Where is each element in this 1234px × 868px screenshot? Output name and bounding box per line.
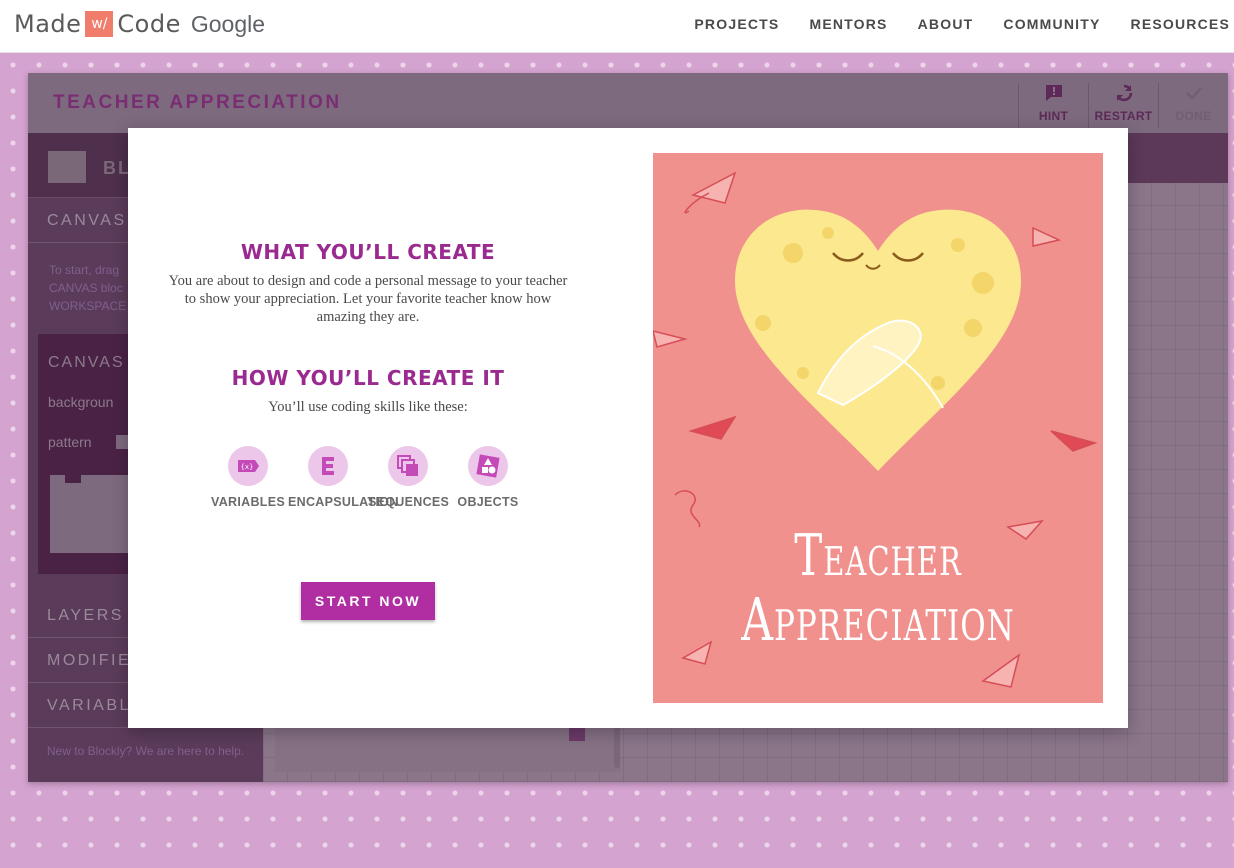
blocks-header-label: BL: [103, 158, 131, 178]
restart-button[interactable]: RESTART: [1088, 83, 1158, 128]
hero-title-line2: Appreciation: [741, 586, 1015, 655]
start-now-button[interactable]: START NOW: [301, 582, 435, 620]
nav-mentors[interactable]: MENTORS: [809, 16, 887, 32]
variables-icon: {x}: [228, 446, 268, 486]
what-you-create-text: You are about to design and code a perso…: [168, 273, 568, 325]
skill-sequences: SEQUENCES: [368, 446, 450, 509]
skill-variables: {x} VARIABLES: [208, 446, 288, 509]
brand-code: Code: [117, 10, 181, 38]
encapsulation-icon: [308, 446, 348, 486]
skill-label: VARIABLES: [210, 495, 285, 509]
skill-label: SEQUENCES: [368, 495, 450, 509]
skill-label: OBJECTS: [457, 495, 519, 509]
skill-objects: OBJECTS: [448, 446, 528, 509]
how-you-create-text: You’ll use coding skills like these:: [268, 399, 468, 415]
made-with-code-logo[interactable]: Made w/ Code Google: [14, 8, 265, 40]
done-label: DONE: [1175, 109, 1212, 123]
hint-label: HINT: [1038, 109, 1069, 123]
intro-modal: WHAT YOU’LL CREATE You are about to desi…: [128, 128, 1128, 728]
what-you-create-heading: WHAT YOU’LL CREATE: [240, 240, 496, 264]
nav-community[interactable]: COMMUNITY: [1003, 16, 1100, 32]
book-icon: [48, 151, 86, 183]
hint-icon: [1019, 83, 1088, 107]
brand-w: w/: [85, 11, 114, 37]
blockly-help-link[interactable]: New to Blockly? We are here to help.: [28, 745, 263, 758]
canvas-block-background: backgroun: [48, 394, 114, 410]
hero-title-line1: Teacher: [794, 522, 962, 589]
canvas-block-title: CANVAS: [48, 354, 125, 371]
brand-made: Made: [14, 10, 82, 38]
how-you-create-heading: HOW YOU’LL CREATE IT: [231, 366, 505, 390]
sidebar-item-label: CANVAS: [47, 212, 127, 229]
main-nav: PROJECTS MENTORS ABOUT COMMUNITY RESOURC…: [694, 16, 1230, 32]
canvas-block-notch: [65, 475, 81, 483]
skill-encapsulation: ENCAPSULATION: [288, 446, 399, 509]
canvas-block-pattern: pattern: [48, 434, 92, 450]
app-header: TEACHER APPRECIATION HINT RESTART DONE: [28, 73, 1228, 133]
modal-info: WHAT YOU’LL CREATE You are about to desi…: [128, 128, 608, 728]
sidebar-item-label: LAYERS: [47, 607, 124, 624]
sequences-icon: [388, 446, 428, 486]
brand-google: Google: [190, 10, 266, 37]
restart-icon: [1089, 83, 1158, 107]
project-preview-image: Teacher Appreciation: [653, 153, 1103, 703]
nav-resources[interactable]: RESOURCES: [1131, 16, 1230, 32]
checkmark-icon: [1159, 83, 1228, 107]
nav-about[interactable]: ABOUT: [918, 16, 974, 32]
restart-label: RESTART: [1094, 109, 1153, 123]
done-button[interactable]: DONE: [1158, 83, 1228, 128]
hint-button[interactable]: HINT: [1018, 83, 1088, 128]
svg-text:{x}: {x}: [241, 463, 254, 471]
top-nav: Made w/ Code Google PROJECTS MENTORS ABO…: [0, 0, 1234, 53]
project-title: TEACHER APPRECIATION: [53, 92, 342, 113]
objects-icon: [468, 446, 508, 486]
nav-projects[interactable]: PROJECTS: [694, 16, 779, 32]
skill-label: ENCAPSULATION: [288, 495, 399, 509]
